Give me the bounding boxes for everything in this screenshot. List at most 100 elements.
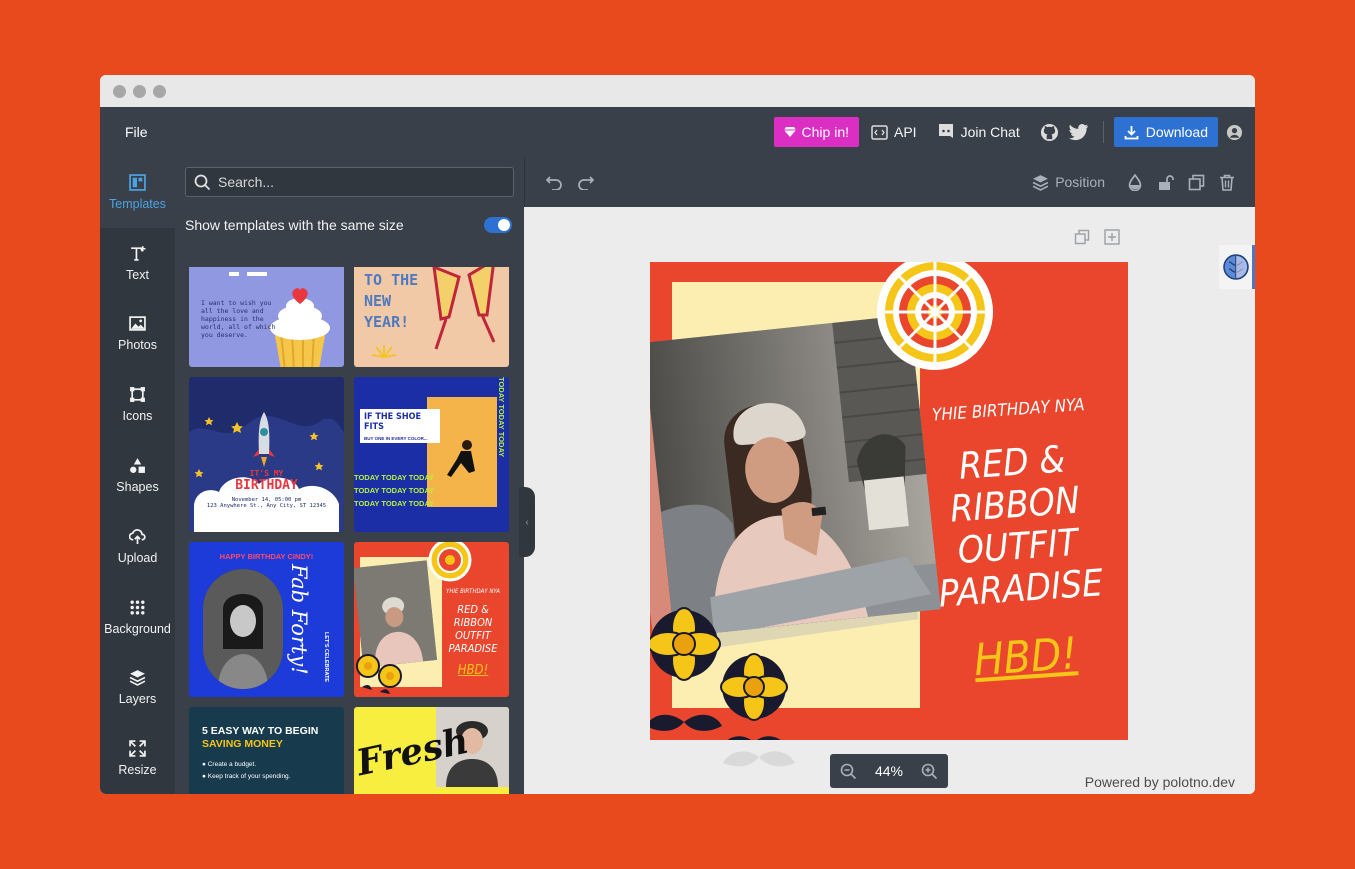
brain-icon: [1222, 254, 1249, 280]
tab-templates[interactable]: Templates: [100, 157, 175, 228]
tab-shapes-label: Shapes: [116, 480, 159, 495]
position-label: Position: [1055, 174, 1105, 190]
window-minimize-dot[interactable]: [133, 84, 146, 98]
tab-background[interactable]: Background: [100, 582, 175, 653]
redo-icon[interactable]: [577, 174, 595, 190]
cupcake-line: world, all of which: [201, 323, 276, 331]
download-button[interactable]: Download: [1113, 117, 1218, 147]
chevron-left-icon: ‹: [525, 516, 529, 528]
shoe-subline: BUY ONE IN EVERY COLOR...: [364, 436, 428, 441]
cupcake-line: all the love and: [201, 307, 264, 315]
ticker-line: TODAY TODAY TODAY: [354, 486, 435, 495]
powered-by-label[interactable]: Powered by polotno.dev: [1085, 774, 1235, 790]
window-close-dot[interactable]: [113, 84, 126, 98]
rocket-text: IT'S MY BIRTHDAY November 14, 05:00 pm 1…: [189, 469, 344, 509]
ai-assistant-tab[interactable]: [1219, 245, 1255, 289]
its-my-label: IT'S MY: [249, 469, 284, 478]
add-page-icon[interactable]: [1104, 229, 1120, 245]
cupcake-line: I want to wish you: [201, 299, 272, 307]
user-avatar-icon[interactable]: [1226, 124, 1243, 141]
chip-in-button[interactable]: Chip in!: [773, 117, 859, 147]
big-flower-icon[interactable]: [860, 262, 1010, 379]
editor-main: Templates Text Photos Icons Shapes Uploa…: [100, 157, 1255, 794]
shoe-ticker: TODAY TODAY TODAY TODAY TODAY TODAY TODA…: [354, 471, 434, 510]
position-button[interactable]: Position: [1032, 174, 1105, 191]
zoom-control: 44%: [830, 754, 948, 788]
same-size-label: Show templates with the same size: [185, 217, 404, 233]
saving-item: ● Keep track of your spending.: [202, 773, 291, 780]
fab-forty-top-text: HAPPY BIRTHDAY CINDY!: [219, 552, 314, 561]
panel-collapse-handle[interactable]: ‹: [519, 487, 535, 557]
github-icon[interactable]: [1040, 123, 1059, 142]
templates-grid: I want to wish you all the love and happ…: [189, 267, 511, 794]
template-cupcake[interactable]: I want to wish you all the love and happ…: [189, 267, 344, 367]
tab-shapes[interactable]: Shapes: [100, 440, 175, 511]
tab-resize[interactable]: Resize: [100, 723, 175, 794]
tab-icons[interactable]: Icons: [100, 369, 175, 440]
duplicate-icon[interactable]: [1188, 174, 1205, 191]
mini-hbd: HBD!: [457, 663, 489, 678]
bottom-flowers-icon[interactable]: [650, 592, 816, 740]
tab-resize-label: Resize: [118, 763, 157, 778]
template-new-year[interactable]: TO THE NEW YEAR!: [354, 267, 509, 367]
cupcake-line: happiness in the: [201, 315, 264, 323]
download-icon: [1124, 125, 1139, 140]
api-link[interactable]: API: [871, 124, 917, 140]
window-titlebar: [100, 75, 1255, 107]
template-fab-forty[interactable]: HAPPY BIRTHDAY CINDY! Fab Forty! LET'S C…: [189, 542, 344, 697]
template-shoe-fits[interactable]: IF THE SHOE FITS BUY ONE IN EVERY COLOR.…: [354, 377, 509, 532]
template-saving-money[interactable]: 5 EASY WAY TO BEGIN SAVING MONEY ● Creat…: [189, 707, 344, 794]
app-window: File Chip in! API Join Chat Download Tem…: [100, 75, 1255, 794]
saving-list: ● Create a budget. ● Keep track of your …: [202, 759, 290, 783]
tab-photos[interactable]: Photos: [100, 299, 175, 370]
search-input[interactable]: [218, 174, 498, 190]
file-menu-button[interactable]: File: [125, 124, 148, 140]
diamond-icon: [783, 126, 796, 138]
templates-icon: [129, 174, 146, 191]
zoom-in-icon[interactable]: [921, 763, 938, 780]
window-maximize-dot[interactable]: [153, 84, 166, 98]
ticker-line: TODAY TODAY TODAY: [354, 499, 435, 508]
canvas-title-line: RED & RIBBON: [948, 437, 1082, 531]
twitter-icon[interactable]: [1068, 123, 1089, 141]
canvas-toolbar: Position: [524, 157, 1255, 207]
canvas-headline[interactable]: YHIE BIRTHDAY NYA RED & RIBBON OUTFIT PA…: [900, 393, 1128, 690]
cupcake-line: you deserve.: [201, 331, 248, 339]
tab-templates-label: Templates: [109, 196, 166, 211]
ticker-vertical: TODAY TODAY TODAY: [497, 377, 506, 458]
discord-icon: [937, 123, 955, 141]
fab-forty-script: Fab Forty!: [287, 564, 311, 675]
join-chat-link[interactable]: Join Chat: [937, 123, 1020, 141]
join-chat-label: Join Chat: [960, 124, 1020, 140]
code-icon: [871, 124, 888, 140]
copy-page-icon[interactable]: [1074, 229, 1090, 245]
tab-upload-label: Upload: [117, 550, 158, 565]
saving-title: 5 EASY WAY TO BEGIN: [202, 725, 319, 737]
saving-subtitle: SAVING MONEY: [202, 738, 283, 750]
same-size-toggle[interactable]: [484, 217, 512, 233]
tab-text-label: Text: [126, 267, 149, 282]
mini-line: RED & RIBBON: [453, 603, 493, 629]
tab-icons-label: Icons: [122, 409, 153, 424]
fab-forty-side-text: LET'S CELEBRATE: [323, 632, 329, 683]
templates-panel: Show templates with the same size: [175, 157, 524, 794]
mini-flowers-icon: [356, 654, 402, 694]
opacity-icon[interactable]: [1127, 173, 1143, 191]
unlock-icon[interactable]: [1157, 174, 1174, 191]
trash-icon[interactable]: [1219, 174, 1235, 191]
tab-layers-label: Layers: [118, 692, 157, 707]
zoom-out-icon[interactable]: [840, 763, 857, 780]
mini-line: PARADISE: [448, 642, 498, 655]
chip-in-label: Chip in!: [801, 124, 849, 140]
tab-upload[interactable]: Upload: [100, 511, 175, 582]
template-fresh[interactable]: Fresh: [354, 707, 509, 794]
side-tabs: Templates Text Photos Icons Shapes Uploa…: [100, 157, 175, 794]
ticker-line: TODAY TODAY TODAY: [354, 473, 435, 482]
undo-icon[interactable]: [545, 174, 563, 190]
download-label: Download: [1145, 124, 1208, 140]
template-birthday-rocket[interactable]: IT'S MY BIRTHDAY November 14, 05:00 pm 1…: [189, 377, 344, 532]
template-red-ribbon[interactable]: YHIE BIRTHDAY NYA RED & RIBBON OUTFIT PA…: [354, 542, 509, 697]
tab-text[interactable]: Text: [100, 228, 175, 299]
tab-layers[interactable]: Layers: [100, 652, 175, 723]
design-canvas[interactable]: YHIE BIRTHDAY NYA RED & RIBBON OUTFIT PA…: [650, 262, 1128, 740]
